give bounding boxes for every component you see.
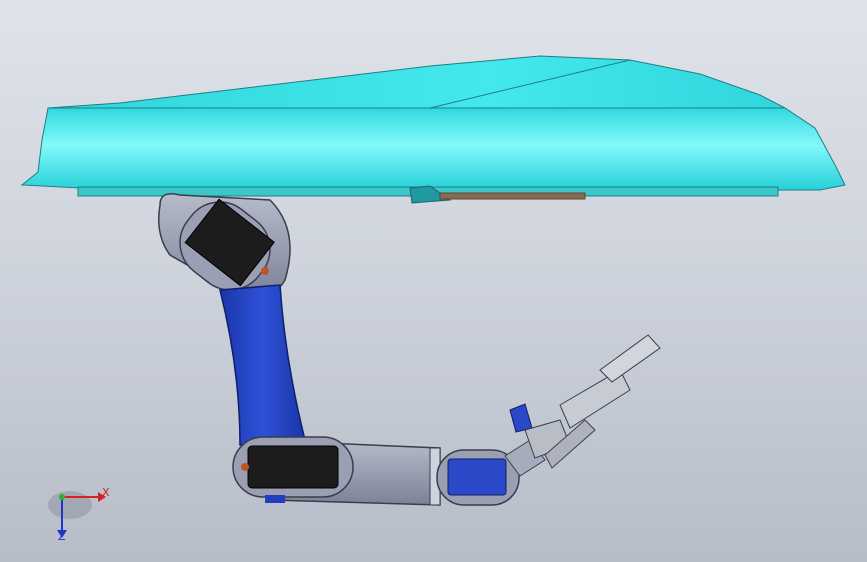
gripper[interactable]: [509, 334, 661, 469]
x-axis-label: X: [102, 486, 110, 499]
z-axis-label: Z: [58, 530, 66, 543]
model-canvas[interactable]: [0, 0, 867, 562]
servo-horn-icon: [241, 463, 249, 471]
cad-viewport[interactable]: X Z: [0, 0, 867, 562]
servo-bracket-elbow[interactable]: [232, 436, 354, 503]
hull-canopy[interactable]: [20, 55, 846, 204]
y-axis-dot-icon: [59, 494, 65, 500]
elbow-servo: [247, 445, 339, 489]
upper-arm-link[interactable]: [219, 284, 306, 446]
wrist-servo: [447, 458, 507, 496]
servo-bracket-wrist[interactable]: [436, 439, 546, 506]
coordinate-triad: [48, 491, 106, 538]
servo-horn-icon: [261, 267, 269, 275]
